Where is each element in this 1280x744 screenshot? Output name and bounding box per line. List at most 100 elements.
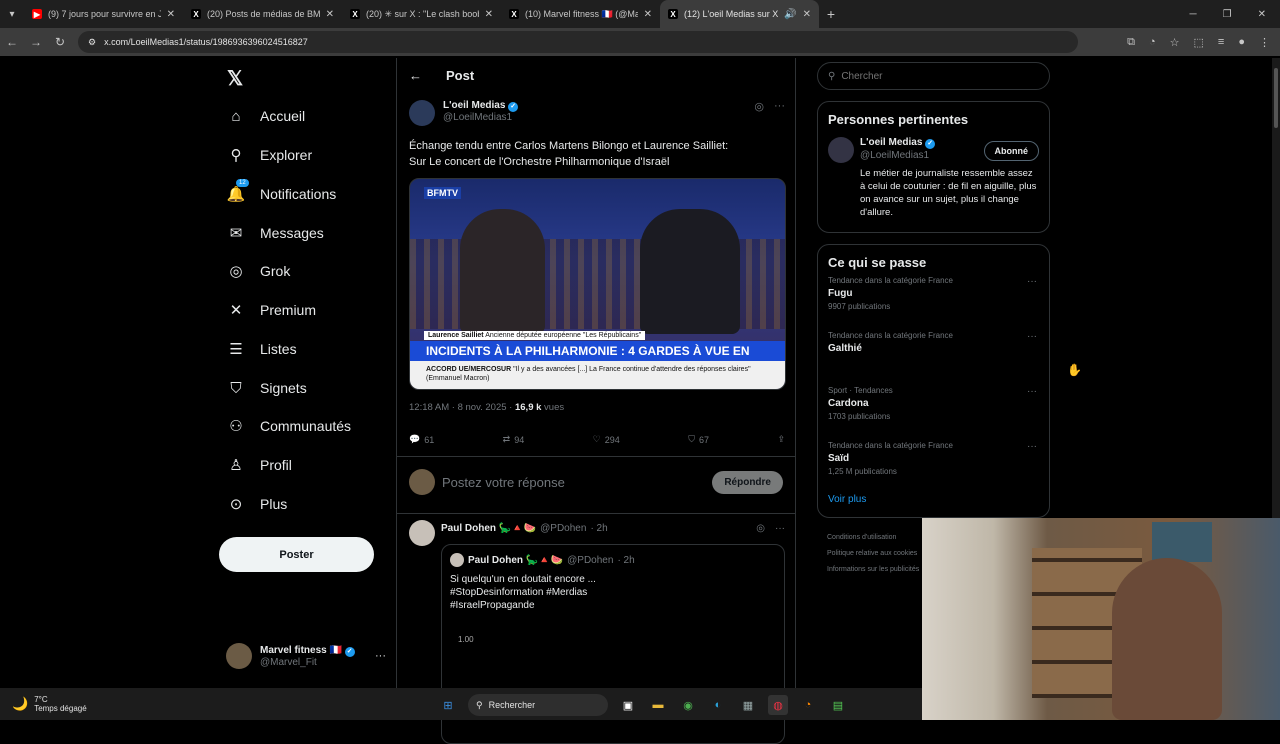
more-icon[interactable]: ··· [1027,331,1037,342]
author-handle[interactable]: @LoeilMedias1 [443,112,518,123]
timestamp[interactable]: 12:18 AM · 8 nov. 2025 · [409,402,515,413]
close-icon[interactable]: ✕ [326,9,334,20]
speaker-icon[interactable]: 🔊 [784,9,796,20]
following-button[interactable]: Abonné [983,141,1039,161]
more-icon[interactable]: ··· [375,650,386,662]
profile-icon[interactable]: ● [1238,36,1245,49]
like-action[interactable]: ♡ 294 [593,434,620,445]
browser-tab-active[interactable]: X (12) L'oeil Medias sur X : "É 🔊 ✕ [660,0,819,28]
minimize-icon[interactable]: ─ [1190,9,1197,20]
more-icon[interactable]: ··· [1027,441,1037,452]
mouse-cursor-icon: ✋ [1067,363,1082,377]
url-field[interactable]: ⚙ x.com/LoeilMedias1/status/198693639602… [78,31,1078,53]
xbox-icon[interactable]: ◉ [678,695,698,715]
nav-item-lists[interactable]: ☰ Listes [226,334,296,364]
relevant-user[interactable]: L'oeil Medias ✓ @LoeilMedias1 Abonné Le … [818,127,1049,218]
nav-item-premium[interactable]: ✕ Premium [226,295,316,325]
edge-icon[interactable]: ◐ [708,695,728,715]
browser-tab[interactable]: X (20) Posts de médias de BMS | X ✕ [183,0,342,28]
grok-icon[interactable]: ◎ [754,100,764,126]
tab-search-icon[interactable]: ▾ [0,0,24,28]
nav-item-more[interactable]: ⊙ Plus [226,489,288,519]
more-icon[interactable]: ··· [1027,386,1037,397]
back-arrow-icon[interactable]: ← [409,68,422,83]
close-icon[interactable]: ✕ [167,9,175,20]
folder-icon[interactable]: ▬ [648,695,668,715]
avatar[interactable] [409,520,435,546]
performance-icon[interactable]: ◔ [1149,36,1156,49]
install-icon[interactable]: ⧉ [1127,36,1135,49]
firefox-icon[interactable]: ◔ [798,695,818,715]
reply-action[interactable]: 💬 61 [409,434,434,445]
x-icon: X [668,9,678,19]
user-name[interactable]: L'oeil Medias [860,137,922,148]
repost-action[interactable]: ⇄ 94 [503,434,525,445]
nav-item-communities[interactable]: ⚇ Communautés [226,411,351,441]
more-icon[interactable]: ··· [775,523,785,534]
forward-icon[interactable]: → [24,35,48,49]
see-more-link[interactable]: Voir plus [818,490,1049,515]
trend-item[interactable]: Tendance dans la catégorie France Saïd 1… [818,435,1049,490]
taskbar-search[interactable]: ⚲ Rechercher [468,694,608,716]
trend-item[interactable]: Sport · Tendances Cardona 1703 publicati… [818,380,1049,435]
browser-tab[interactable]: X (20) ✳ sur X : "Le clash booba ✕ [342,0,501,28]
browser-tab[interactable]: X (10) Marvel fitness 🇫🇷 (@Marvel ✕ [501,0,660,28]
task-view-icon[interactable]: ▣ [618,695,638,715]
author-name[interactable]: L'oeil Medias [443,100,505,111]
reply-input[interactable]: Postez votre réponse [442,475,565,490]
extensions-icon[interactable]: ⬚ [1194,36,1204,49]
site-info-icon[interactable]: ⚙ [88,37,96,48]
maximize-icon[interactable]: ❐ [1223,9,1232,20]
store-icon[interactable]: ▦ [738,695,758,715]
bookmark-action[interactable]: ⛉ 67 [688,434,709,445]
back-icon[interactable]: ← [0,35,24,49]
people-icon: ⚇ [229,418,243,435]
star-icon[interactable]: ☆ [1170,36,1180,49]
new-tab-button[interactable]: + [819,6,843,22]
media-icon[interactable]: ≡ [1218,36,1224,49]
close-icon[interactable]: ✕ [485,9,493,20]
footer-link[interactable]: Politique relative aux cookies [827,546,927,562]
user-handle[interactable]: @LoeilMedias1 [860,150,929,161]
weather-widget[interactable]: 🌙 7°C Temps dégagé [0,695,200,713]
close-icon[interactable]: ✕ [803,9,811,20]
trend-item[interactable]: Tendance dans la catégorie France Galthi… [818,325,1049,380]
nav-item-bookmarks[interactable]: ⛉ Signets [226,373,306,403]
scrollbar-thumb[interactable] [1274,68,1278,128]
close-icon[interactable]: ✕ [644,9,652,20]
nav-item-home[interactable]: ⌂ Accueil [226,101,305,131]
reload-icon[interactable]: ↻ [48,35,72,49]
windows-start-icon[interactable]: ⊞ [438,695,458,715]
footer-link[interactable]: Informations sur les publicités [827,562,927,578]
nav-item-grok[interactable]: ◎ Grok [226,256,290,286]
nav-item-explore[interactable]: ⚲ Explorer [226,140,313,170]
tab-label: (12) L'oeil Medias sur X : "É [684,9,779,19]
nav-item-profile[interactable]: ♙ Profil [226,450,292,480]
browser-tab[interactable]: ▶ (9) 7 jours pour survivre en Jung ✕ [24,0,183,28]
more-icon[interactable]: ··· [774,100,785,126]
page-scrollbar[interactable] [1272,58,1280,518]
reply-author-name[interactable]: Paul Dohen 🦕🔺🍉 [441,523,536,534]
search-box[interactable]: ⚲ [817,62,1050,90]
nav-item-messages[interactable]: ✉ Messages [226,218,324,248]
reply-button[interactable]: Répondre [712,471,783,494]
grok-icon[interactable]: ◎ [756,523,765,534]
tweet-video[interactable]: BFMTV Laurence Sailliet Ancienne députée… [409,178,786,390]
reply-author-handle[interactable]: @PDohen [540,523,586,534]
menu-icon[interactable]: ⋮ [1259,36,1270,49]
chrome-icon[interactable]: ◍ [768,695,788,715]
more-icon[interactable]: ··· [1027,276,1037,287]
account-switcher[interactable]: Marvel fitness 🇫🇷 ✓ @Marvel_Fit ··· [226,643,386,669]
app-icon[interactable]: ▤ [828,695,848,715]
footer-link[interactable]: Conditions d'utilisation [827,530,927,546]
avatar[interactable] [409,100,435,126]
x-logo-icon[interactable]: 𝕏 [227,66,243,91]
video-person [460,209,545,334]
share-action[interactable]: ⇪ [777,434,785,445]
nav-item-notifications[interactable]: 🔔 12 Notifications [226,179,336,209]
search-input[interactable] [841,70,1022,82]
post-button[interactable]: Poster [219,537,374,572]
close-window-icon[interactable]: ✕ [1258,9,1266,20]
trend-item[interactable]: Tendance dans la catégorie France Fugu 9… [818,270,1049,325]
avatar[interactable] [828,137,854,163]
